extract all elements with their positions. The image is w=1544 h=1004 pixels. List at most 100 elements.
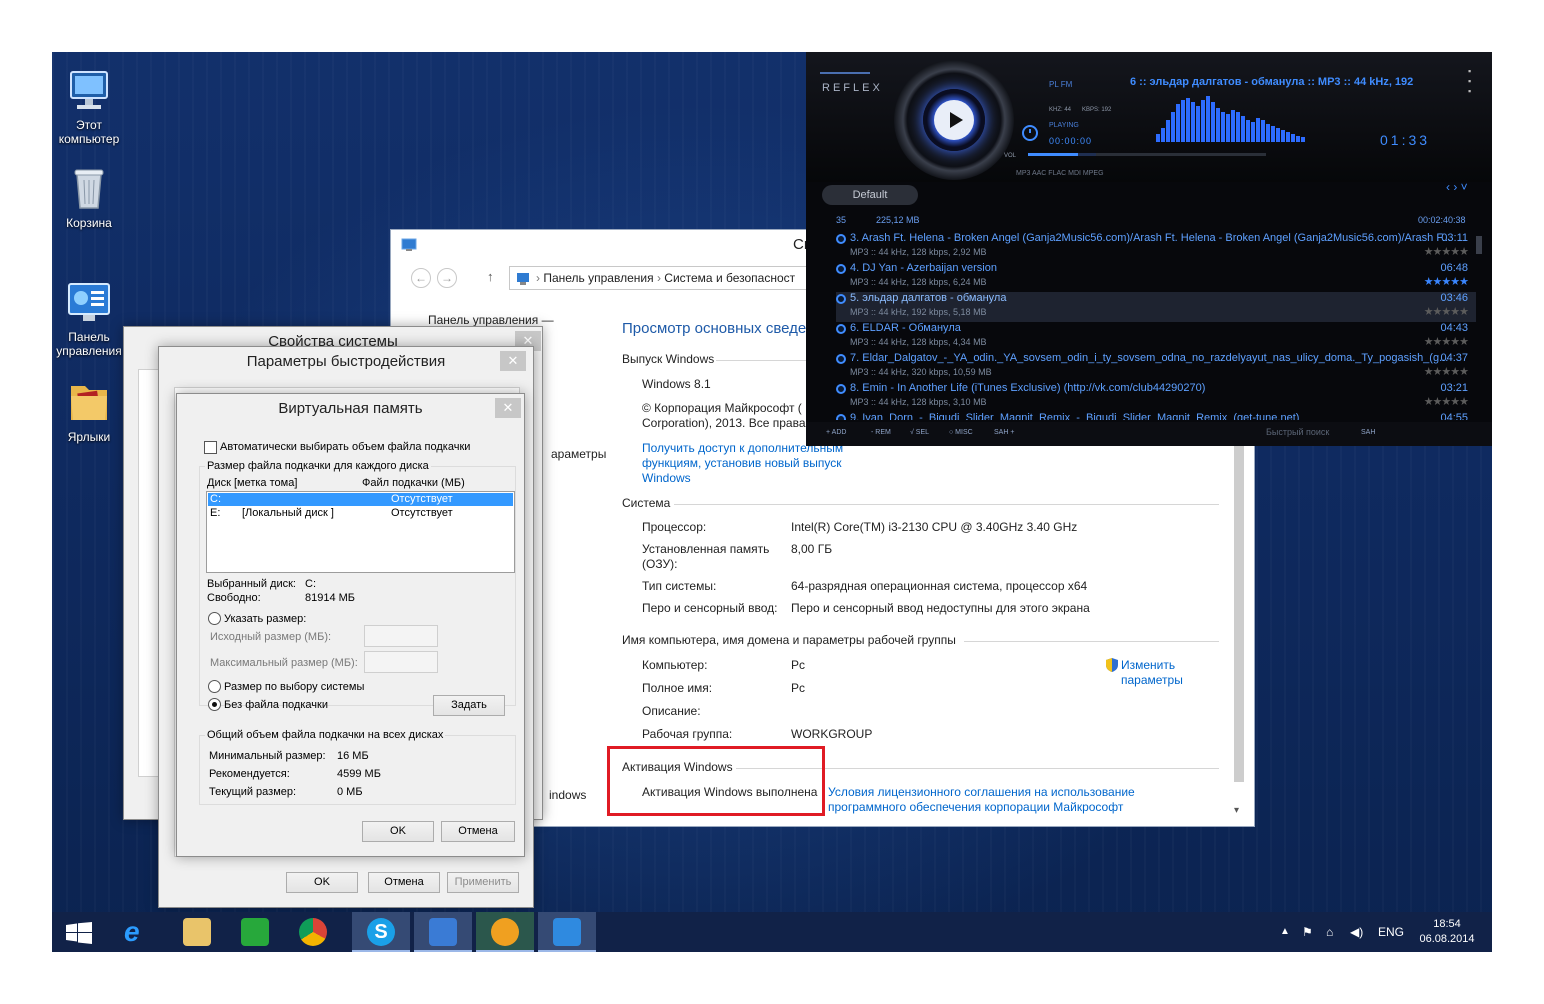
- remove-button[interactable]: - REM: [871, 429, 891, 436]
- taskbar-system[interactable]: [414, 912, 472, 952]
- computer-row-label: Полное имя:: [642, 681, 713, 695]
- auto-pagefile-checkbox[interactable]: [204, 441, 217, 454]
- window-controls[interactable]: ▪ ▪ ▪: [1468, 66, 1478, 96]
- desktop-icon-recycle-bin[interactable]: Корзина: [52, 164, 129, 230]
- ok-button[interactable]: OK: [286, 872, 358, 893]
- desktop-icon-control-panel[interactable]: Панель управления: [52, 278, 129, 358]
- track-title: 9. Ivan_Dorn_-_Bigudi_Slider_Magnit_Remi…: [850, 412, 1300, 420]
- scroll-down-icon[interactable]: ▾: [1234, 805, 1246, 816]
- close-icon[interactable]: ✕: [495, 398, 521, 418]
- track-rating[interactable]: ★★★★★: [1424, 365, 1469, 378]
- playlist-track[interactable]: 7. Eldar_Dalgatov_-_YA_odin._YA_sovsem_o…: [836, 352, 1476, 382]
- taskbar-control-panel[interactable]: [538, 912, 596, 952]
- taskbar-chrome[interactable]: [284, 912, 342, 952]
- taskbar-aimp[interactable]: [476, 912, 534, 952]
- language-indicator[interactable]: ENG: [1378, 912, 1404, 952]
- quick-search-input[interactable]: Быстрый поиск: [1266, 427, 1329, 437]
- start-button[interactable]: [52, 912, 110, 952]
- list-item-selected[interactable]: [208, 493, 513, 506]
- playlist-tab-default[interactable]: Default: [822, 185, 918, 205]
- desktop-icon-this-pc[interactable]: Этот компьютер: [52, 66, 129, 146]
- spectrum-bar: [1161, 128, 1165, 142]
- track-status-icon: [836, 234, 846, 244]
- change-settings-link[interactable]: Изменить параметры: [1121, 658, 1211, 688]
- playlist-track[interactable]: 6. ELDAR - Обманула 04:43 MP3 :: 44 kHz, 1…: [836, 322, 1476, 352]
- desktop-icon-shortcuts[interactable]: Ярлыки: [52, 378, 129, 444]
- network-icon[interactable]: ⌂: [1326, 912, 1333, 952]
- breadcrumb-item[interactable]: Панель управления: [543, 271, 653, 285]
- track-rating[interactable]: ★★★★★: [1424, 305, 1469, 318]
- track-duration: 06:48: [1440, 262, 1468, 274]
- recycle-bin-icon: [65, 164, 113, 212]
- balance-slider[interactable]: [1096, 153, 1266, 156]
- divider: [964, 641, 1219, 642]
- playlist-track[interactable]: 3. Arash Ft. Helena - Broken Angel (Ganj…: [836, 232, 1476, 262]
- total-time: 00:02:40:38: [1418, 215, 1466, 225]
- playlist-track[interactable]: 4. DJ Yan - Azerbaijan version 06:48 MP3 :…: [836, 262, 1476, 292]
- spectrum-bar: [1191, 102, 1195, 142]
- ok-button[interactable]: OK: [362, 821, 434, 842]
- track-rating[interactable]: ★★★★★: [1424, 335, 1469, 348]
- select-button[interactable]: √ SEL: [910, 429, 929, 436]
- copyright-line-2: Corporation), 2013. Все права з: [642, 416, 815, 430]
- disk-list[interactable]: C: Отсутствует E: [Локальный диск ] Отсу…: [206, 491, 515, 573]
- breadcrumb-item[interactable]: Система и безопасност: [664, 271, 795, 285]
- auto-pagefile-label: Автоматически выбирать объем файла подка…: [220, 441, 471, 453]
- forward-button[interactable]: →: [437, 268, 457, 288]
- track-title: 5. эльдар далгатов - обманула: [850, 292, 1007, 304]
- initial-size-input[interactable]: [364, 625, 438, 647]
- system-row-value: Перо и сенсорный ввод недоступны для это…: [791, 601, 1090, 615]
- license-terms-link[interactable]: Условия лицензионного соглашения на испо…: [828, 785, 1158, 815]
- close-icon[interactable]: ✕: [500, 351, 526, 371]
- cancel-button[interactable]: Отмена: [368, 872, 440, 893]
- max-size-input[interactable]: [364, 651, 438, 673]
- misc-button[interactable]: ○ MISC: [949, 429, 973, 436]
- track-rating[interactable]: ★★★★★: [1424, 245, 1469, 258]
- volume-icon[interactable]: ◀): [1350, 912, 1363, 952]
- control-panel-icon: [65, 278, 113, 326]
- initial-size-label: Исходный размер (МБ):: [210, 631, 332, 643]
- playlist-scrollbar[interactable]: [1476, 236, 1482, 254]
- search-button[interactable]: SAH: [1361, 429, 1375, 436]
- min-size-label: Минимальный размер:: [209, 750, 326, 762]
- taskbar-ie[interactable]: e: [110, 912, 168, 952]
- no-pagefile-radio[interactable]: [208, 698, 221, 711]
- playlist-track[interactable]: 8. Emin - In Another Life (iTunes Exclus…: [836, 382, 1476, 412]
- show-hidden-icons[interactable]: ▲: [1280, 912, 1290, 952]
- spectrum-bar: [1286, 132, 1290, 142]
- playlist-track[interactable]: 5. эльдар далгатов - обманула 03:46 MP3 ::…: [836, 292, 1476, 322]
- apply-button[interactable]: Применить: [447, 872, 519, 893]
- custom-size-radio[interactable]: [208, 612, 221, 625]
- set-button[interactable]: Задать: [433, 695, 505, 716]
- cancel-button[interactable]: Отмена: [441, 821, 515, 842]
- system-managed-radio[interactable]: [208, 680, 221, 693]
- left-nav-fragment[interactable]: араметры: [551, 447, 606, 461]
- taskbar-skype[interactable]: S: [352, 912, 410, 952]
- up-button[interactable]: ↑: [487, 269, 494, 284]
- scrollbar-thumb[interactable]: [1234, 440, 1244, 782]
- track-rating[interactable]: ★★★★★: [1424, 275, 1469, 288]
- add-button[interactable]: + ADD: [826, 429, 846, 436]
- system-row-label: Тип системы:: [642, 579, 717, 593]
- spectrum-bar: [1181, 100, 1185, 142]
- taskbar-store[interactable]: [226, 912, 284, 952]
- play-button[interactable]: [934, 100, 974, 140]
- flag-icon[interactable]: ⚑: [1302, 912, 1313, 952]
- left-nav-home-link[interactable]: Панель управления —: [428, 313, 554, 327]
- file-explorer-icon: [183, 918, 211, 946]
- clock[interactable]: 18:54 06.08.2014: [1412, 917, 1482, 947]
- spectrum-bar: [1166, 120, 1170, 142]
- min-size-value: 16 МБ: [337, 750, 369, 762]
- playlist-nav-arrows[interactable]: ‹ › ˅: [1446, 180, 1468, 194]
- track-duration: 04:43: [1440, 322, 1468, 334]
- sah-button[interactable]: SAH +: [994, 429, 1014, 436]
- back-button[interactable]: ←: [411, 268, 431, 288]
- track-rating[interactable]: ★★★★★: [1424, 395, 1469, 408]
- activation-highlight: [607, 746, 825, 816]
- upgrade-link[interactable]: Получить доступ к дополнительным функция…: [642, 441, 857, 486]
- taskbar-explorer[interactable]: [168, 912, 226, 952]
- playlist-track[interactable]: 9. Ivan_Dorn_-_Bigudi_Slider_Magnit_Remi…: [836, 412, 1476, 420]
- left-nav-fragment[interactable]: indows: [549, 788, 586, 802]
- menu-bars-icon[interactable]: [820, 72, 870, 74]
- playlist[interactable]: 3. Arash Ft. Helena - Broken Angel (Ganj…: [806, 232, 1492, 420]
